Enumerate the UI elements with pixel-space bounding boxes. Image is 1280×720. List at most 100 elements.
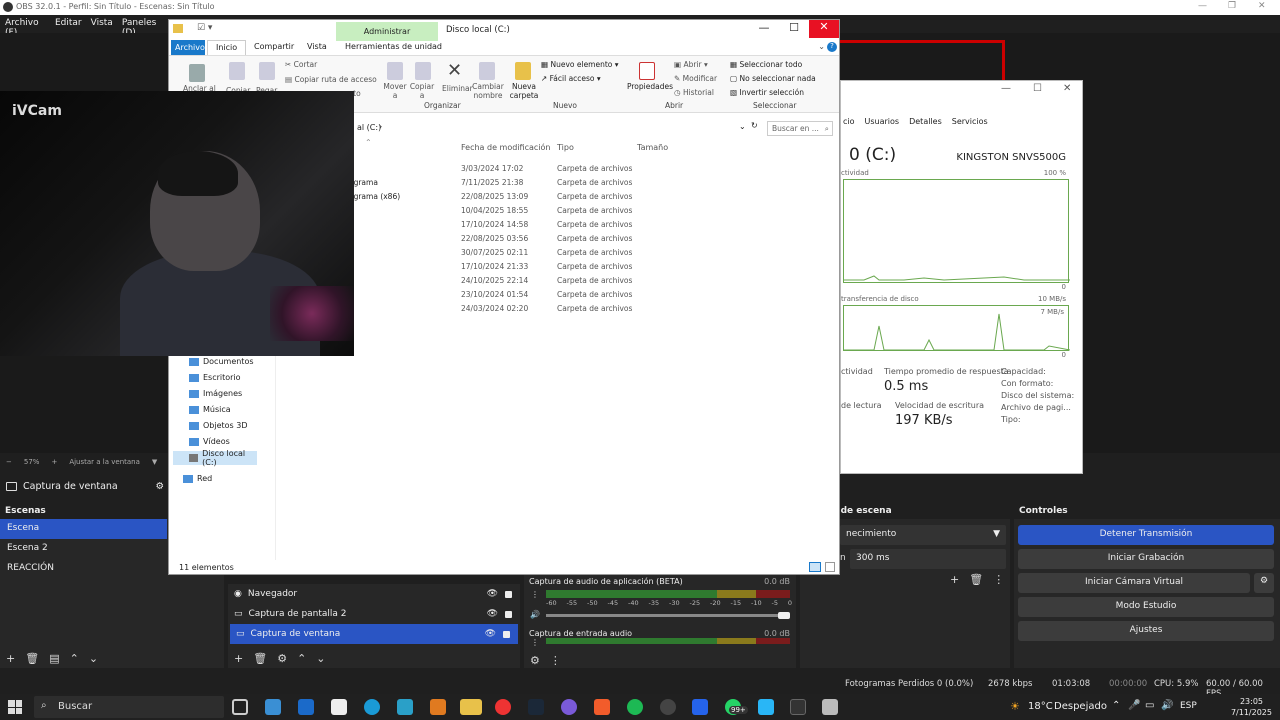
settings-button[interactable]: Ajustes <box>1018 621 1274 641</box>
edge-icon[interactable] <box>364 699 380 715</box>
add-icon[interactable]: + <box>950 573 959 586</box>
abrir-button[interactable]: ▣ Abrir ▾ <box>674 60 708 69</box>
up-icon[interactable]: ⌃ <box>297 652 306 665</box>
no-seleccionar-button[interactable]: ▢ No seleccionar nada <box>730 74 816 83</box>
down-icon[interactable]: ⌄ <box>316 652 325 665</box>
volume-icon[interactable]: 🔊 <box>1161 700 1173 711</box>
weather-temp[interactable]: 18°C <box>1028 701 1053 712</box>
epic-games-icon[interactable] <box>790 699 806 715</box>
context-tab-administrar[interactable]: Administrar <box>336 22 438 41</box>
network-icon[interactable]: ▭ <box>1145 700 1154 711</box>
large-icons-view-icon[interactable] <box>825 562 835 572</box>
eliminar-button[interactable]: Eliminar <box>442 84 473 93</box>
start-virtual-camera-button[interactable]: Iniciar Cámara Virtual <box>1018 573 1250 593</box>
nav-objetos-3d[interactable]: Objetos 3D <box>189 421 248 430</box>
historial-button[interactable]: ◷ Historial <box>674 88 714 97</box>
weather-condition[interactable]: Despejado <box>1054 701 1107 712</box>
stop-streaming-button[interactable]: Detener Transmisión <box>1018 525 1274 545</box>
notepad-icon[interactable] <box>331 699 347 715</box>
trash-icon[interactable]: 🗑 <box>969 573 983 586</box>
cambiar-nombre-button[interactable]: Cambiar nombre <box>471 82 505 100</box>
facil-acceso-button[interactable]: ↗ Fácil acceso ▾ <box>541 74 601 83</box>
speaker-icon[interactable]: 🔊 <box>530 610 540 619</box>
source-item[interactable]: ▭ Captura de ventana 👁 <box>230 624 518 644</box>
lock-icon[interactable] <box>505 590 512 598</box>
duration-spinbox[interactable]: 300 ms <box>850 549 1006 569</box>
nav-red[interactable]: Red <box>183 474 212 483</box>
task-view-icon[interactable] <box>232 699 248 715</box>
nueva-carpeta-button[interactable]: Nueva carpeta <box>509 82 539 100</box>
trash-icon[interactable]: 🗑 <box>253 652 267 665</box>
minimize-icon[interactable]: — <box>1198 1 1207 11</box>
nav-documentos[interactable]: Documentos <box>189 357 254 366</box>
slider-handle[interactable] <box>778 612 790 619</box>
store-icon[interactable] <box>265 699 281 715</box>
language-indicator[interactable]: ESP <box>1180 701 1197 711</box>
zoom-in-icon[interactable]: + <box>51 458 57 468</box>
seleccionar-todo-button[interactable]: ▦ Seleccionar todo <box>730 60 802 69</box>
tab-archivo[interactable]: Archivo <box>171 40 205 55</box>
maximize-icon[interactable]: ☐ <box>779 21 809 34</box>
tab-inicio[interactable]: Inicio <box>207 40 247 55</box>
menu-archivo[interactable]: Archivo (F) <box>5 18 46 38</box>
eye-icon[interactable]: 👁 <box>487 589 498 599</box>
nav-imagenes[interactable]: Imágenes <box>189 389 242 398</box>
cortar-button[interactable]: ✂ Cortar <box>285 60 317 69</box>
tab-compartir[interactable]: Compartir <box>254 42 294 51</box>
taskbar-search[interactable]: ⌕ Buscar <box>34 696 224 718</box>
close-icon[interactable]: ✕ <box>809 20 839 38</box>
app-icon[interactable] <box>822 699 838 715</box>
virtual-camera-gear-icon[interactable]: ⚙ <box>1254 573 1274 593</box>
eye-icon[interactable]: 👁 <box>487 609 498 619</box>
nav-disco-local[interactable]: Disco local (C:) <box>173 449 257 467</box>
fit-window-label[interactable]: Ajustar a la ventana <box>69 458 140 468</box>
gear-icon[interactable]: ⚙ <box>155 481 164 492</box>
minimize-icon[interactable]: — <box>1001 83 1011 94</box>
restore-icon[interactable]: ❐ <box>1228 1 1236 11</box>
discord-icon[interactable] <box>561 699 577 715</box>
scene-item[interactable]: Escena <box>0 519 167 539</box>
more-icon[interactable]: ⋮ <box>531 638 539 647</box>
chevron-up-icon[interactable]: ⌃ <box>1112 700 1120 711</box>
menu-paneles[interactable]: Paneles (D) <box>122 18 165 38</box>
volume-slider[interactable] <box>546 612 790 619</box>
outlook-icon[interactable] <box>298 699 314 715</box>
menu-vista[interactable]: Vista <box>91 18 113 30</box>
tab-servicios[interactable]: Servicios <box>952 117 988 126</box>
quick-access-icon[interactable]: ☑ ▾ <box>197 23 212 33</box>
propiedades-button[interactable]: Propiedades <box>627 82 673 91</box>
refresh-icon[interactable]: ↻ <box>751 121 758 130</box>
filter-icon[interactable]: ▤ <box>49 652 59 665</box>
gear-icon[interactable]: ⚙ <box>530 654 540 667</box>
lock-icon[interactable] <box>505 610 512 618</box>
tab-vista[interactable]: Vista <box>307 42 327 51</box>
windows-start-icon[interactable] <box>8 700 22 714</box>
app-icon[interactable] <box>758 699 774 715</box>
add-icon[interactable]: + <box>234 652 243 665</box>
more-icon[interactable]: ⋮ <box>531 590 539 599</box>
chrome-icon[interactable] <box>495 699 511 715</box>
nav-videos[interactable]: Vídeos <box>189 437 230 446</box>
minimize-icon[interactable]: — <box>749 21 779 34</box>
copiar-ruta-button[interactable]: ▤ Copiar ruta de acceso <box>285 75 377 84</box>
file-explorer-icon[interactable] <box>460 699 482 715</box>
close-icon[interactable]: ✕ <box>1063 83 1071 94</box>
nav-escritorio[interactable]: Escritorio <box>189 373 241 382</box>
maximize-icon[interactable]: ☐ <box>1033 83 1042 94</box>
help-icon[interactable]: ? <box>827 42 837 52</box>
tab-herramientas-unidad[interactable]: Herramientas de unidad <box>345 42 442 51</box>
source-item[interactable]: ◉ Navegador 👁 <box>228 584 520 604</box>
modificar-button[interactable]: ✎ Modificar <box>674 74 717 83</box>
start-recording-button[interactable]: Iniciar Grabación <box>1018 549 1274 569</box>
column-size[interactable]: Tamaño <box>637 143 668 152</box>
tab-usuarios[interactable]: Usuarios <box>865 117 900 126</box>
lock-icon[interactable] <box>503 630 510 638</box>
spotify-icon[interactable] <box>627 699 643 715</box>
obs-icon[interactable] <box>660 699 676 715</box>
column-date[interactable]: Fecha de modificación <box>461 143 550 152</box>
app-icon[interactable] <box>430 699 446 715</box>
trash-icon[interactable]: 🗑 <box>25 652 39 665</box>
tab-rendimiento[interactable]: cio <box>843 117 855 126</box>
up-icon[interactable]: ⌃ <box>70 652 79 665</box>
chevron-down-icon[interactable]: ▼ <box>152 458 157 468</box>
